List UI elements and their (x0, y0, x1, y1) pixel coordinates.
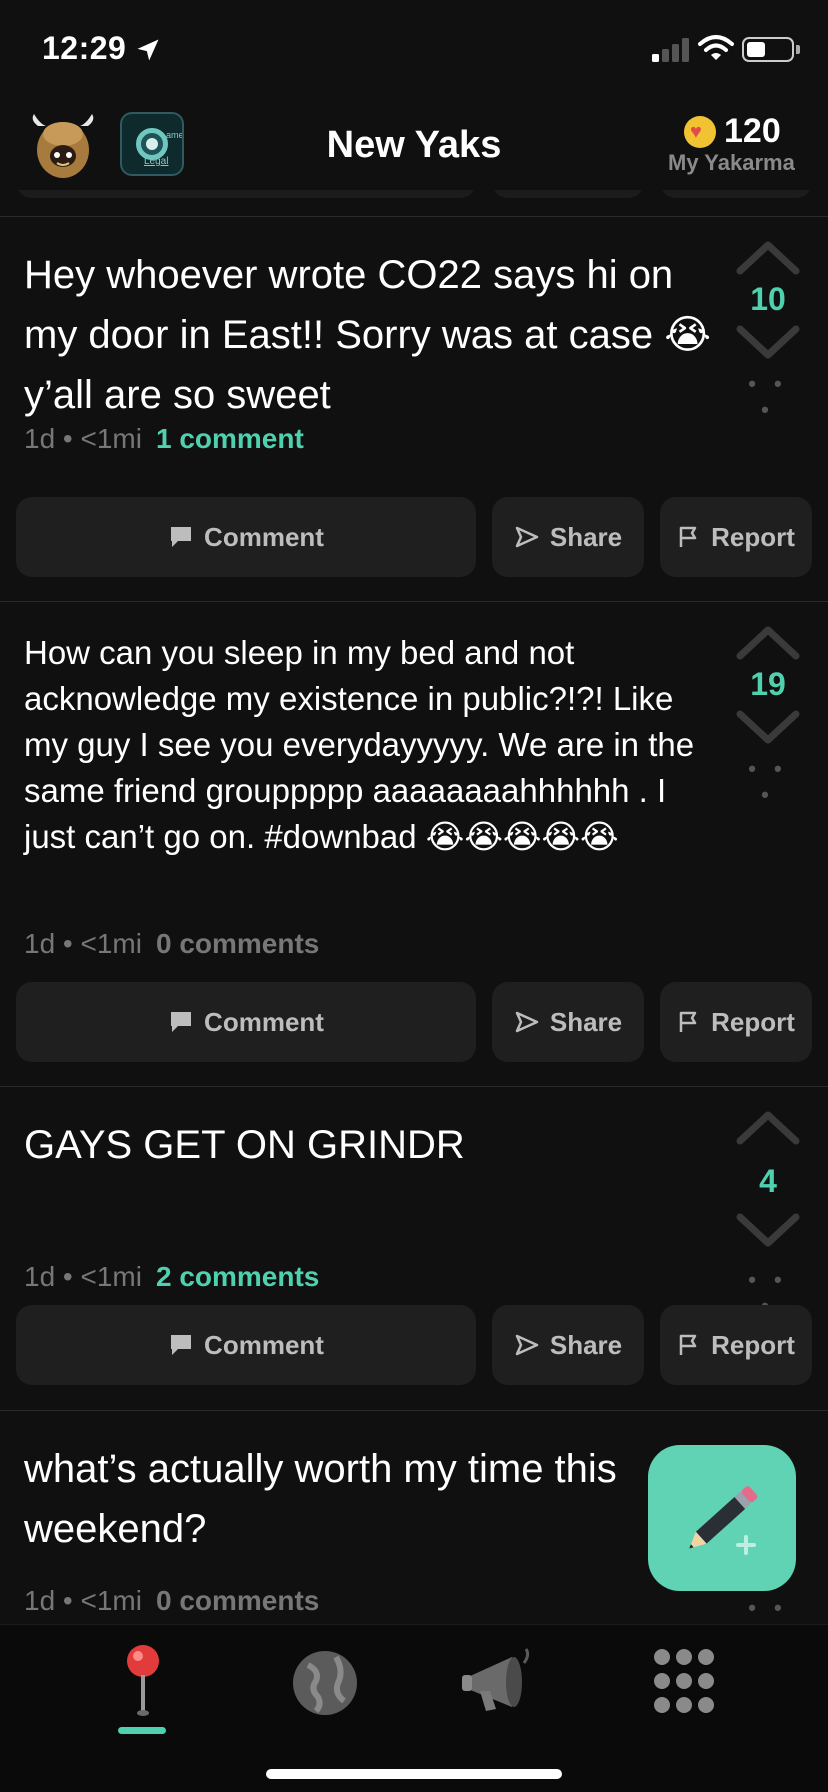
post-age-distance: 1d • <1mi (24, 1585, 142, 1616)
post-comment-count[interactable]: 1 comment (156, 423, 304, 454)
status-bar: 12:29 (0, 0, 828, 100)
report-button-label: Report (711, 521, 795, 552)
post-age-distance: 1d • <1mi (24, 1261, 142, 1292)
upvote-icon[interactable] (736, 237, 800, 277)
karma-heart-icon[interactable]: ♥ (684, 116, 716, 148)
downvote-icon[interactable] (736, 323, 800, 363)
downvote-icon[interactable] (736, 1211, 800, 1251)
new-yak-button[interactable] (648, 1445, 796, 1591)
comment-bubble-icon (171, 527, 192, 547)
post-comment-count[interactable]: 2 comments (156, 1261, 319, 1292)
flag-icon (679, 526, 697, 547)
comment-bubble-icon (171, 1012, 192, 1032)
share-arrow-icon (515, 526, 539, 548)
flag-icon (679, 1011, 697, 1032)
pencil-icon (689, 1486, 758, 1555)
more-options-icon[interactable]: • • • (744, 371, 792, 423)
karma-value[interactable]: 120 (724, 112, 781, 151)
post-card[interactable]: Hey whoever wrote CO22 says hi on my doo… (0, 217, 828, 629)
previous-post-remnant (0, 190, 828, 210)
home-indicator[interactable] (266, 1769, 562, 1779)
post-age-distance: 1d • <1mi (24, 928, 142, 959)
comment-button-label: Comment (204, 1006, 324, 1037)
grid-icon (654, 1649, 714, 1713)
share-arrow-icon (515, 1334, 539, 1356)
vote-count: 4 (759, 1163, 777, 1199)
school-badge-text-bottom: Legal (144, 156, 169, 167)
globe-icon (293, 1651, 357, 1715)
post-text[interactable]: what’s actually worth my time this weeke… (24, 1439, 624, 1559)
comment-button[interactable]: Comment (16, 497, 476, 577)
vote-count: 10 (750, 281, 786, 317)
post-comment-count[interactable]: 0 comments (156, 928, 319, 959)
post-card[interactable]: How can you sleep in my bed and not ackn… (0, 602, 828, 1087)
post-actions: Comment Share Report (16, 982, 812, 1062)
share-button-label: Share (549, 1006, 623, 1037)
pin-icon (127, 1645, 159, 1716)
downvote-icon[interactable] (736, 708, 800, 748)
share-button[interactable]: Share (492, 497, 644, 577)
battery-nub (796, 45, 800, 54)
comment-button-label: Comment (204, 521, 324, 552)
comment-bubble-icon (171, 1335, 192, 1355)
active-tab-indicator (118, 1727, 166, 1734)
report-button[interactable]: Report (660, 497, 812, 577)
post-text[interactable]: GAYS GET ON GRINDR (24, 1115, 714, 1175)
flag-icon (679, 1334, 697, 1355)
post-meta: 1d • <1mi 0 comments (24, 1585, 319, 1617)
yak-profile-avatar[interactable] (28, 112, 98, 182)
post-text[interactable]: Hey whoever wrote CO22 says hi on my doo… (24, 245, 714, 425)
post-actions: Comment Share Report (16, 1305, 812, 1385)
tab-announcements[interactable] (456, 1641, 546, 1741)
school-badge-text-top: ame (166, 130, 184, 140)
yak-feed[interactable]: Hey whoever wrote CO22 says hi on my doo… (0, 190, 828, 1624)
tab-more[interactable] (640, 1641, 730, 1741)
tab-local-feed[interactable] (98, 1641, 188, 1741)
share-button[interactable]: Share (492, 982, 644, 1062)
more-options-icon[interactable]: • • • (744, 756, 792, 808)
share-arrow-icon (515, 1011, 539, 1033)
karma-label[interactable]: My Yakarma (668, 150, 795, 176)
report-button[interactable]: Report (660, 982, 812, 1062)
upvote-icon[interactable] (736, 622, 800, 662)
status-time: 12:29 (42, 30, 127, 66)
share-button-label: Share (549, 521, 623, 552)
post-actions: Comment Share Report (16, 497, 812, 577)
tab-explore[interactable] (280, 1641, 370, 1741)
share-button-label: Share (549, 1329, 623, 1360)
wifi-icon (698, 35, 734, 60)
report-button-label: Report (711, 1329, 795, 1360)
bottom-tab-bar (0, 1624, 828, 1792)
report-button[interactable]: Report (660, 1305, 812, 1385)
cellular-signal-icon (652, 38, 689, 62)
upvote-icon[interactable] (736, 1107, 800, 1147)
more-options-icon[interactable]: • • • (744, 1595, 792, 1624)
post-meta: 1d • <1mi 0 comments (24, 928, 319, 960)
post-age-distance: 1d • <1mi (24, 423, 142, 454)
post-meta: 1d • <1mi 1 comment (24, 423, 304, 455)
school-badge[interactable]: ame Legal (120, 112, 184, 176)
comment-button[interactable]: Comment (16, 1305, 476, 1385)
share-button[interactable]: Share (492, 1305, 644, 1385)
comment-button-label: Comment (204, 1329, 324, 1360)
comment-button[interactable]: Comment (16, 982, 476, 1062)
megaphone-icon (462, 1648, 530, 1711)
battery-icon (742, 37, 794, 62)
post-comment-count[interactable]: 0 comments (156, 1585, 319, 1616)
vote-count: 19 (750, 666, 786, 702)
post-text[interactable]: How can you sleep in my bed and not ackn… (24, 630, 714, 860)
report-button-label: Report (711, 1006, 795, 1037)
post-card[interactable]: GAYS GET ON GRINDR 1d • <1mi 2 comments 4… (0, 1087, 828, 1410)
post-meta: 1d • <1mi 2 comments (24, 1261, 319, 1293)
location-arrow-icon (137, 39, 159, 61)
